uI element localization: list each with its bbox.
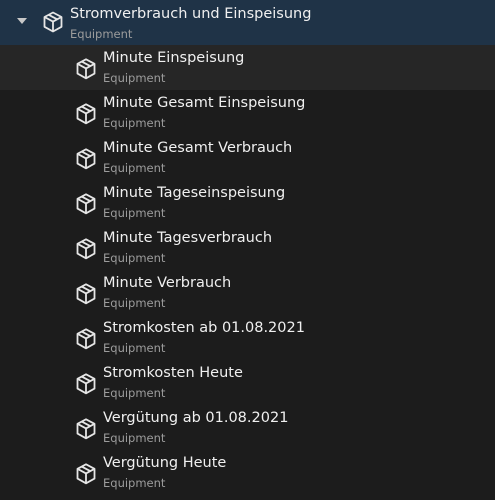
cube-icon — [76, 328, 96, 349]
tree-item-stromverbrauch-und-einspeisung[interactable]: Stromverbrauch und Einspeisung Equipment — [0, 0, 495, 45]
tree-item-type: Equipment — [70, 27, 133, 41]
tree-item-title: Stromkosten Heute — [103, 365, 243, 381]
tree-item-minute-tagesverbrauch[interactable]: Minute Tagesverbrauch Equipment — [0, 225, 495, 270]
tree-item-verg-tung-ab-01-08-2021[interactable]: Vergütung ab 01.08.2021 Equipment — [0, 405, 495, 450]
tree-item-stromkosten-ab-01-08-2021[interactable]: Stromkosten ab 01.08.2021 Equipment — [0, 315, 495, 360]
cube-icon — [43, 11, 63, 33]
tree-item-title: Vergütung ab 01.08.2021 — [103, 410, 289, 426]
tree-item-minute-tageseinspeisung[interactable]: Minute Tageseinspeisung Equipment — [0, 180, 495, 225]
tree-item-type: Equipment — [103, 206, 166, 220]
tree-item-title: Stromverbrauch und Einspeisung — [70, 6, 312, 22]
tree-item-verg-tung-heute[interactable]: Vergütung Heute Equipment — [0, 450, 495, 495]
tree-item-type: Equipment — [103, 386, 166, 400]
cube-icon — [76, 373, 96, 394]
cube-icon — [76, 418, 96, 439]
tree-item-type: Equipment — [103, 341, 166, 355]
chevron-down-icon[interactable] — [14, 14, 30, 28]
cube-icon — [76, 58, 96, 79]
tree-item-minute-verbrauch[interactable]: Minute Verbrauch Equipment — [0, 270, 495, 315]
tree-item-title: Minute Einspeisung — [103, 50, 245, 66]
cube-icon — [76, 103, 96, 124]
tree-item-type: Equipment — [103, 161, 166, 175]
tree-item-minute-einspeisung[interactable]: Minute Einspeisung Equipment — [0, 45, 495, 90]
tree-item-minute-gesamt-verbrauch[interactable]: Minute Gesamt Verbrauch Equipment — [0, 135, 495, 180]
tree-item-type: Equipment — [103, 431, 166, 445]
cube-icon — [76, 283, 96, 304]
cube-icon — [76, 238, 96, 259]
cube-icon — [76, 463, 96, 484]
tree-item-type: Equipment — [103, 296, 166, 310]
tree-item-stromkosten-heute[interactable]: Stromkosten Heute Equipment — [0, 360, 495, 405]
tree-item-title: Minute Tageseinspeisung — [103, 185, 286, 201]
tree-item-title: Minute Verbrauch — [103, 275, 232, 291]
tree-item-type: Equipment — [103, 251, 166, 265]
tree-item-type: Equipment — [103, 476, 166, 490]
tree-item-title: Vergütung Heute — [103, 455, 227, 471]
tree-item-title: Minute Gesamt Verbrauch — [103, 140, 293, 156]
tree-item-minute-gesamt-einspeisung[interactable]: Minute Gesamt Einspeisung Equipment — [0, 90, 495, 135]
equipment-tree: Stromverbrauch und Einspeisung Equipment… — [0, 0, 495, 500]
tree-item-title: Minute Gesamt Einspeisung — [103, 95, 306, 111]
cube-icon — [76, 148, 96, 169]
tree-item-title: Minute Tagesverbrauch — [103, 230, 273, 246]
cube-icon — [76, 193, 96, 214]
tree-item-type: Equipment — [103, 116, 166, 130]
tree-item-type: Equipment — [103, 71, 166, 85]
tree-item-title: Stromkosten ab 01.08.2021 — [103, 320, 305, 336]
